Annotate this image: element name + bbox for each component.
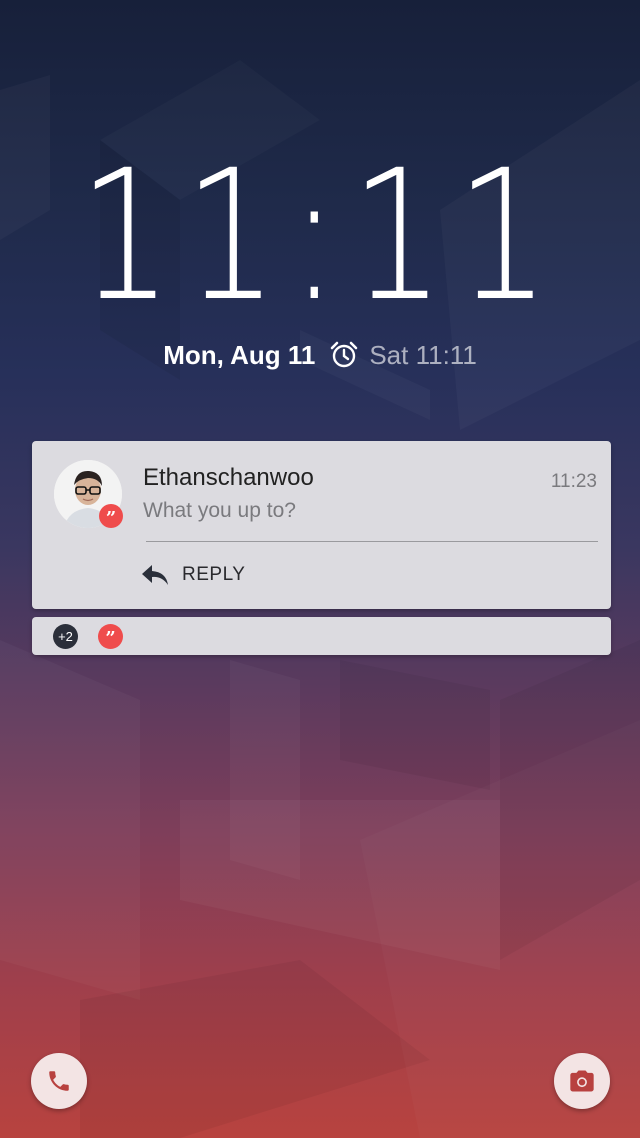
phone-icon	[49, 1071, 69, 1091]
notification-time: 11:23	[550, 471, 597, 492]
notification-summary-bar[interactable]: +2 ”	[32, 617, 611, 655]
message-notification-card[interactable]: ” Ethanschanwoo 11:23 What you up to? RE…	[32, 441, 611, 609]
lock-clock: 11:11	[78, 132, 562, 341]
date-alarm-row: Mon, Aug 11 Sat 11:11	[0, 335, 640, 375]
lock-screen: 11:11 Mon, Aug 11 Sat 11:11 ” Ethanschan…	[0, 0, 640, 1138]
reply-arrow-icon	[142, 565, 168, 585]
notification-sender: Ethanschanwoo	[143, 464, 314, 491]
more-notifications-badge: +2	[53, 624, 78, 649]
camera-shortcut-button[interactable]	[554, 1053, 610, 1109]
notification-message: What you up to?	[143, 499, 296, 522]
camera-icon	[570, 1070, 594, 1092]
hangouts-quote-icon: ”	[99, 504, 123, 529]
date-label: Mon, Aug 11	[163, 339, 316, 370]
hangouts-quote-icon: ”	[98, 624, 123, 649]
divider	[146, 541, 598, 542]
alarm-clock-icon	[331, 341, 358, 368]
reply-button[interactable]: REPLY	[140, 555, 245, 595]
reply-label: REPLY	[182, 564, 246, 585]
phone-shortcut-button[interactable]	[31, 1053, 87, 1109]
next-alarm-label: Sat 11:11	[369, 339, 477, 370]
